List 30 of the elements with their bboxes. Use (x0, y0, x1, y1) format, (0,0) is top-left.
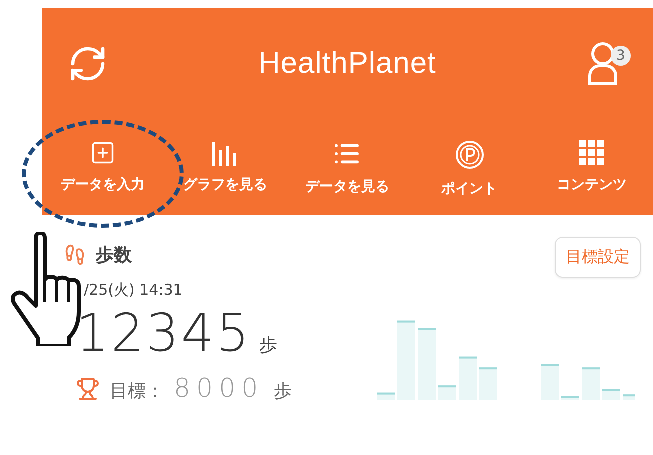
nav-tab[interactable]: データを見る (286, 120, 409, 215)
point-coin-icon (454, 140, 485, 170)
chart-bar (377, 392, 395, 400)
goal-setting-button[interactable]: 目標設定 (555, 237, 641, 278)
app-logo: HealthPlanet (258, 47, 436, 81)
chart-bar (562, 396, 580, 400)
nav-tab[interactable]: コンテンツ (530, 120, 653, 215)
steps-title: 歩数 (96, 244, 132, 267)
add-icon (90, 140, 116, 166)
nav-tab[interactable]: ポイント (408, 120, 531, 215)
chart-bar (459, 356, 477, 400)
footprints-icon (64, 244, 86, 266)
goal-value: 8000 (174, 374, 264, 404)
goal-unit: 歩 (274, 380, 292, 403)
count-badge: 3 (610, 46, 631, 66)
chart-bar (623, 394, 635, 400)
nav-tab[interactable]: グラフを見る (164, 120, 286, 215)
chart-bar (602, 389, 620, 400)
step-unit: 歩 (259, 334, 278, 357)
goal-label: 目標： (110, 380, 164, 403)
grid-icon (578, 140, 605, 166)
date-time: /25(火) 14:31 (84, 281, 184, 300)
trophy-icon (76, 377, 100, 401)
step-count: 12345 (76, 304, 252, 364)
chart-bar (438, 386, 456, 400)
nav-tab[interactable]: データを入力 (42, 120, 164, 215)
chart-bar (418, 328, 436, 400)
chart-bar (582, 368, 600, 400)
chart-bar (541, 364, 559, 400)
chart-bar (480, 368, 498, 400)
